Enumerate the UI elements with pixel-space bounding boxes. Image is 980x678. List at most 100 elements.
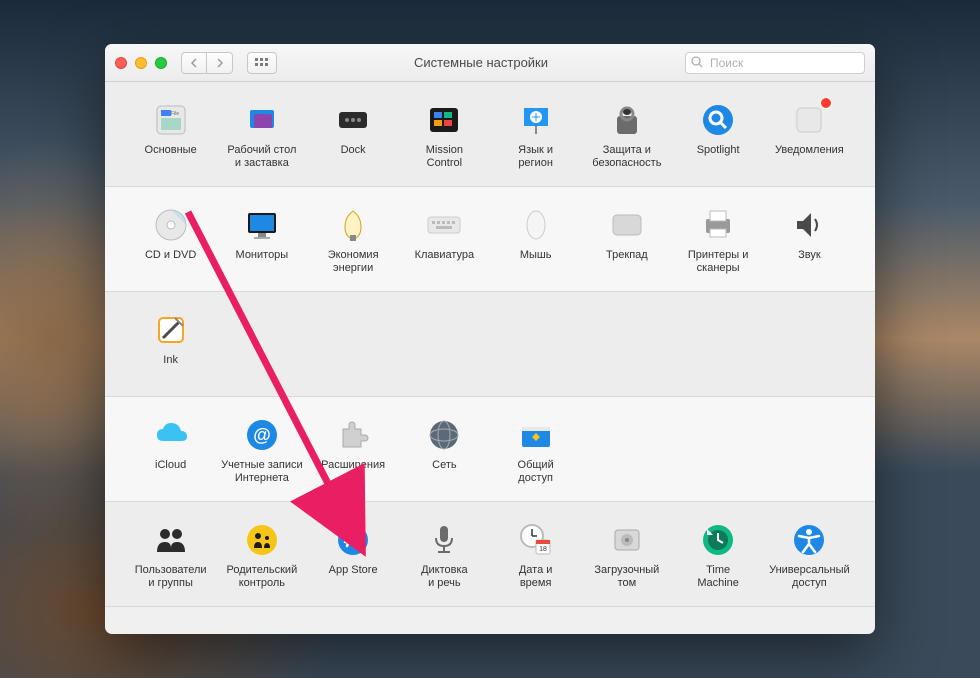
pref-item-appstore[interactable]: App Store: [308, 516, 399, 596]
forward-button[interactable]: [207, 52, 233, 74]
cd-dvd-icon: [151, 205, 191, 245]
pref-item-network[interactable]: Сеть: [399, 411, 490, 491]
pref-item-timemachine[interactable]: Time Machine: [673, 516, 764, 596]
pref-item-label: Принтеры и сканеры: [688, 249, 749, 275]
pref-item-label: Мониторы: [236, 249, 289, 262]
pref-item-label: Экономия энергии: [328, 249, 379, 275]
preferences-body: File Основные Рабочий стол и заставка Dock M…: [105, 82, 875, 634]
pref-item-sound[interactable]: Звук: [764, 201, 855, 281]
notifications-icon: [789, 100, 829, 140]
preference-section: File Основные Рабочий стол и заставка Dock M…: [105, 82, 875, 187]
energy-saver-icon: [333, 205, 373, 245]
preference-row: Пользователи и группы Родительский контро…: [125, 516, 855, 596]
pref-item-spotlight[interactable]: Spotlight: [673, 96, 764, 176]
pref-item-label: Универсальный доступ: [769, 564, 850, 590]
pref-item-cddvd[interactable]: CD и DVD: [125, 201, 216, 281]
svg-text:18: 18: [539, 546, 547, 553]
pref-item-icloud[interactable]: iCloud: [125, 411, 216, 491]
pref-item-mouse[interactable]: Мышь: [490, 201, 581, 281]
minimize-button[interactable]: [135, 57, 147, 69]
zoom-button[interactable]: [155, 57, 167, 69]
search-input[interactable]: [685, 52, 865, 74]
time-machine-icon: [698, 520, 738, 560]
pref-item-label: Трекпад: [606, 249, 648, 262]
date-time-icon: 18: [516, 520, 556, 560]
system-preferences-window: Системные настройки File Основные Рабочий …: [105, 44, 875, 634]
displays-icon: [242, 205, 282, 245]
preference-section: CD и DVD Мониторы Экономия энергии Клавиату…: [105, 187, 875, 292]
pref-item-label: Рабочий стол и заставка: [227, 144, 296, 170]
desktop-icon: [242, 100, 282, 140]
pref-item-label: iCloud: [155, 459, 186, 472]
search-icon: [691, 56, 703, 71]
window-controls: [115, 57, 167, 69]
parental-controls-icon: [242, 520, 282, 560]
pref-item-label: Пользователи и группы: [135, 564, 207, 590]
spotlight-icon: [698, 100, 738, 140]
pref-item-label: Spotlight: [697, 144, 740, 157]
pref-item-label: Дата и время: [519, 564, 553, 590]
pref-item-ink[interactable]: Ink: [125, 306, 216, 386]
pref-item-keyboard[interactable]: Клавиатура: [399, 201, 490, 281]
nav-segment: [181, 52, 233, 74]
general-icon: File: [151, 100, 191, 140]
titlebar: Системные настройки: [105, 44, 875, 82]
back-button[interactable]: [181, 52, 207, 74]
pref-item-accessibility[interactable]: Универсальный доступ: [764, 516, 855, 596]
search-wrap: [685, 52, 865, 74]
pref-item-printers[interactable]: Принтеры и сканеры: [673, 201, 764, 281]
pref-item-parental[interactable]: Родительский контроль: [216, 516, 307, 596]
pref-item-notifications[interactable]: Уведомления: [764, 96, 855, 176]
pref-item-label: Основные: [145, 144, 197, 157]
pref-item-general[interactable]: File Основные: [125, 96, 216, 176]
pref-item-desktop[interactable]: Рабочий стол и заставка: [216, 96, 307, 176]
pref-item-internet[interactable]: @ Учетные записи Интернета: [216, 411, 307, 491]
pref-item-security[interactable]: Защита и безопасность: [581, 96, 672, 176]
pref-item-energy[interactable]: Экономия энергии: [308, 201, 399, 281]
pref-item-label: Dock: [341, 144, 366, 157]
app-store-icon: [333, 520, 373, 560]
pref-item-label: Общий доступ: [518, 459, 554, 485]
pref-item-label: Загрузочный том: [594, 564, 659, 590]
security-icon: [607, 100, 647, 140]
pref-item-label: Расширения: [321, 459, 385, 472]
ink-icon: [151, 310, 191, 350]
pref-item-label: Клавиатура: [415, 249, 475, 262]
trackpad-icon: [607, 205, 647, 245]
pref-item-dictation[interactable]: Диктовка и речь: [399, 516, 490, 596]
mission-control-icon: [424, 100, 464, 140]
language-region-icon: [516, 100, 556, 140]
pref-item-displays[interactable]: Мониторы: [216, 201, 307, 281]
pref-item-label: Язык и регион: [518, 144, 553, 170]
pref-item-mission[interactable]: Mission Control: [399, 96, 490, 176]
sharing-icon: [516, 415, 556, 455]
pref-item-label: Time Machine: [697, 564, 739, 590]
close-button[interactable]: [115, 57, 127, 69]
pref-item-dock[interactable]: Dock: [308, 96, 399, 176]
mouse-icon: [516, 205, 556, 245]
pref-item-language[interactable]: Язык и регион: [490, 96, 581, 176]
pref-item-label: Мышь: [520, 249, 552, 262]
pref-item-label: Звук: [798, 249, 821, 262]
dictation-icon: [424, 520, 464, 560]
sound-icon: [789, 205, 829, 245]
accessibility-icon: [789, 520, 829, 560]
svg-text:@: @: [253, 425, 271, 445]
pref-item-sharing[interactable]: Общий доступ: [490, 411, 581, 491]
users-groups-icon: [151, 520, 191, 560]
pref-item-label: Ink: [163, 354, 178, 367]
notification-badge: [820, 97, 832, 109]
pref-item-label: CD и DVD: [145, 249, 196, 262]
pref-item-startup[interactable]: Загрузочный том: [581, 516, 672, 596]
pref-item-label: Учетные записи Интернета: [221, 459, 303, 485]
pref-item-label: Диктовка и речь: [421, 564, 468, 590]
internet-accounts-icon: @: [242, 415, 282, 455]
pref-item-trackpad[interactable]: Трекпад: [581, 201, 672, 281]
pref-item-users[interactable]: Пользователи и группы: [125, 516, 216, 596]
show-all-button[interactable]: [247, 52, 277, 74]
dock-icon: [333, 100, 373, 140]
pref-item-datetime[interactable]: 18 Дата и время: [490, 516, 581, 596]
preference-section: Ink: [105, 292, 875, 397]
pref-item-label: Сеть: [432, 459, 456, 472]
pref-item-extensions[interactable]: Расширения: [308, 411, 399, 491]
